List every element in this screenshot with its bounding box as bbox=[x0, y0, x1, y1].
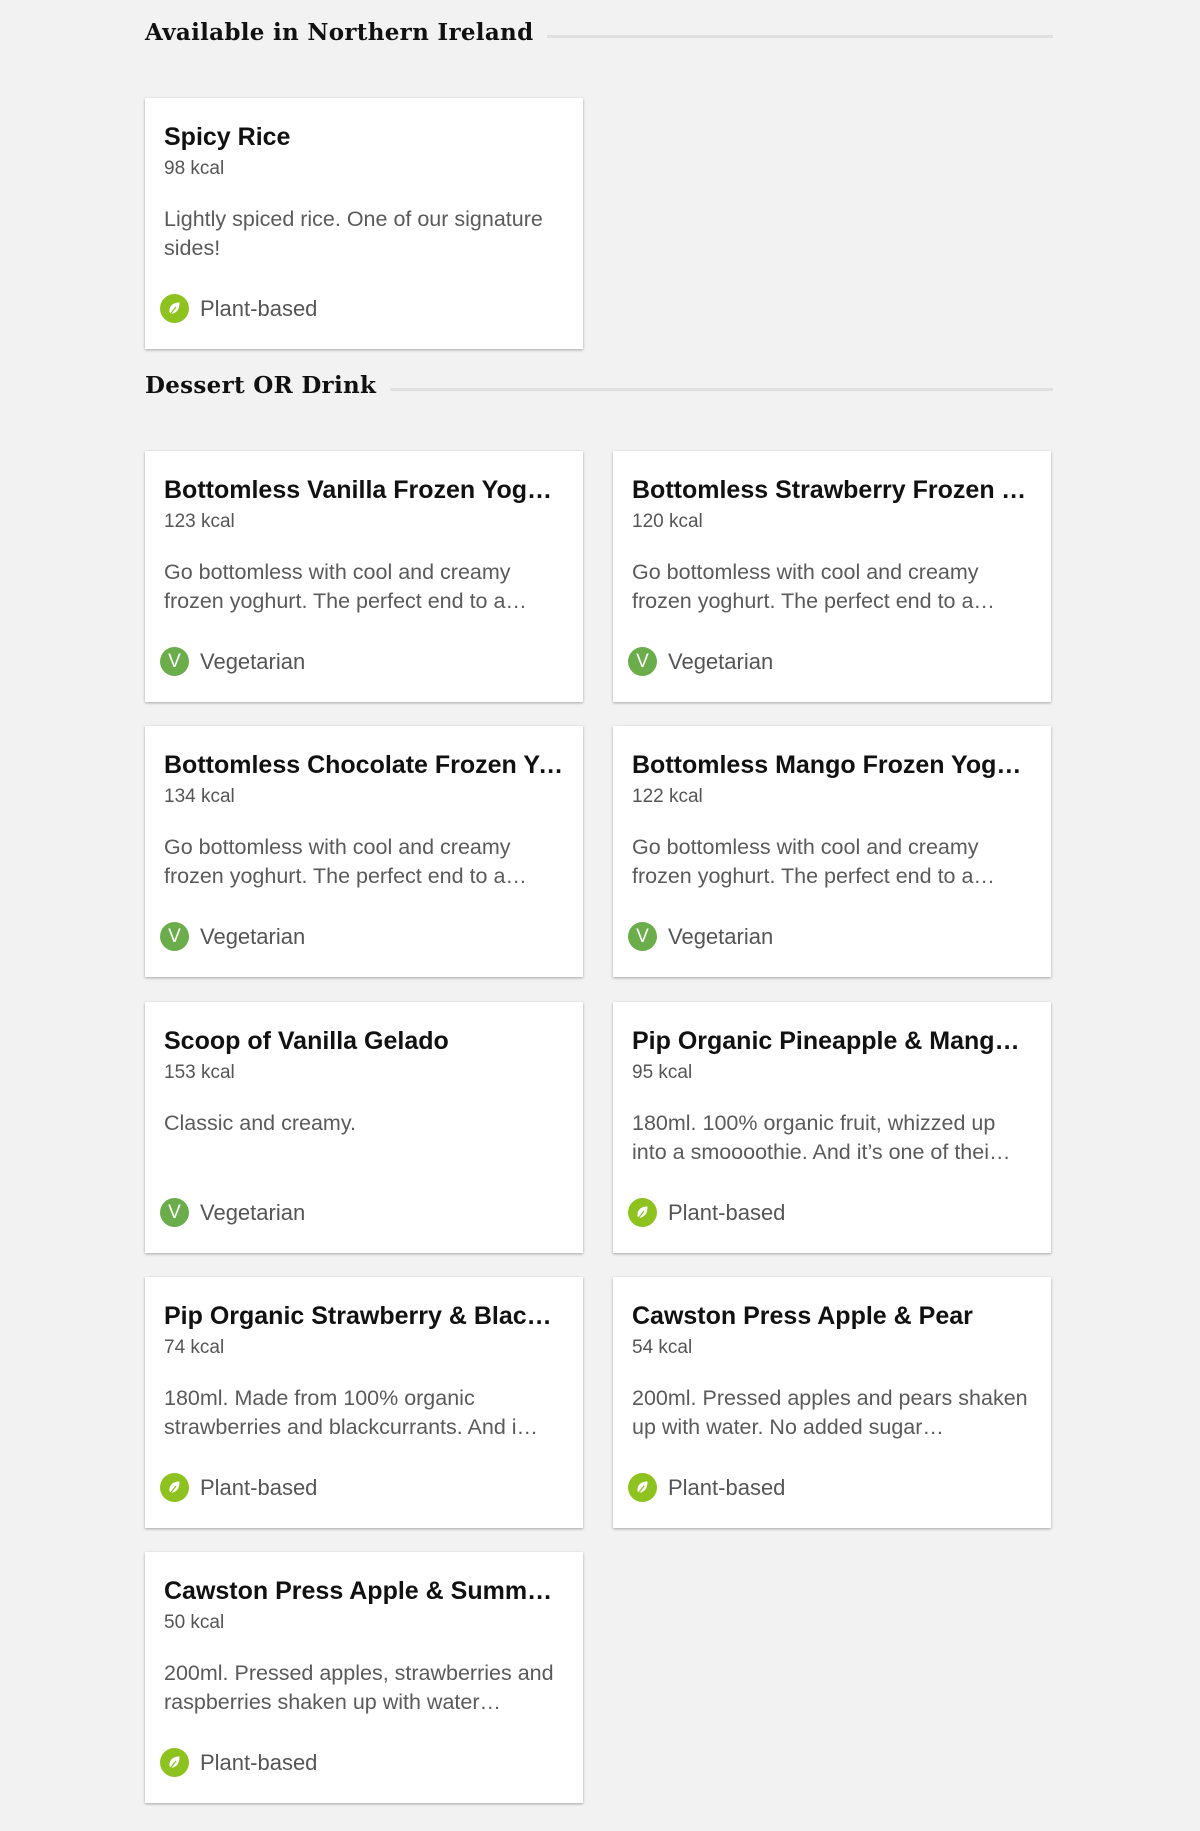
menu-item-name: Bottomless Vanilla Frozen Yoghurt bbox=[164, 476, 565, 504]
vegetarian-icon: V bbox=[160, 922, 189, 951]
menu-item-kcal: 122 kcal bbox=[632, 786, 703, 807]
dietary-tag: Plant-based bbox=[160, 1748, 317, 1777]
menu-item-name: Cawston Press Apple & Pear bbox=[632, 1302, 973, 1330]
dietary-tag: Plant-based bbox=[628, 1473, 785, 1502]
menu-item-kcal: 153 kcal bbox=[164, 1062, 235, 1083]
menu-item-name: Pip Organic Pineapple & Mango S… bbox=[632, 1027, 1033, 1055]
dietary-tag: V Vegetarian bbox=[160, 647, 305, 676]
vegetarian-icon: V bbox=[628, 647, 657, 676]
dietary-tag-label: Plant-based bbox=[200, 295, 318, 321]
dietary-tag-label: Vegetarian bbox=[200, 923, 306, 949]
section-divider bbox=[390, 387, 1053, 391]
dietary-tag: V Vegetarian bbox=[628, 922, 773, 951]
menu-item-card[interactable]: Bottomless Mango Frozen Yoghurt 122 kcal G… bbox=[613, 726, 1051, 977]
dietary-tag-label: Vegetarian bbox=[668, 923, 774, 949]
menu-item-description: 200ml. Pressed apples, strawberries and … bbox=[164, 1661, 554, 1714]
section-divider bbox=[547, 34, 1053, 38]
plant-icon bbox=[160, 294, 189, 323]
menu-item-name: Pip Organic Strawberry & Blackc… bbox=[164, 1302, 565, 1330]
menu-item-name: Bottomless Strawberry Frozen Y… bbox=[632, 476, 1033, 504]
dietary-tag: V Vegetarian bbox=[628, 647, 773, 676]
menu-item-kcal: 50 kcal bbox=[164, 1612, 225, 1633]
menu-item-name: Cawston Press Apple & Summer … bbox=[164, 1577, 565, 1605]
menu-item-card[interactable]: Cawston Press Apple & Summer … 50 kcal 200… bbox=[145, 1552, 583, 1803]
dietary-tag-label: Plant-based bbox=[668, 1199, 786, 1225]
section-heading: Dessert OR Drink bbox=[145, 367, 1053, 403]
menu-item-name: Spicy Rice bbox=[164, 123, 291, 151]
dietary-tag-label: Vegetarian bbox=[668, 648, 774, 674]
vegetarian-icon: V bbox=[160, 1198, 189, 1227]
plant-icon bbox=[628, 1198, 657, 1227]
menu-item-kcal: 98 kcal bbox=[164, 158, 225, 179]
dietary-tag-label: Vegetarian bbox=[200, 648, 306, 674]
vegetarian-icon: V bbox=[160, 647, 189, 676]
section-heading: Available in Northern Ireland bbox=[145, 14, 1053, 50]
menu-item-card[interactable]: Cawston Press Apple & Pear 54 kcal 200ml. … bbox=[613, 1277, 1051, 1528]
menu-item-card[interactable]: Bottomless Vanilla Frozen Yoghurt 123 kca… bbox=[145, 451, 583, 702]
section-dessert-or-drink: Dessert OR Drink Bottomless Vanilla Froz… bbox=[145, 367, 1053, 1803]
menu-item-description: Lightly spiced rice. One of our signatur… bbox=[164, 207, 543, 260]
menu-item-description: Classic and creamy. bbox=[164, 1111, 356, 1135]
menu-item-description: Go bottomless with cool and creamy froze… bbox=[632, 560, 995, 613]
menu-item-card[interactable]: Spicy Rice 98 kcal Lightly spiced rice. … bbox=[145, 98, 583, 349]
menu-item-description: 180ml. Made from 100% organic strawberri… bbox=[164, 1386, 539, 1439]
dietary-tag: Plant-based bbox=[160, 1473, 317, 1502]
menu-item-description: 200ml. Pressed apples and pears shaken u… bbox=[632, 1386, 1028, 1439]
menu-item-kcal: 95 kcal bbox=[632, 1062, 693, 1083]
dietary-tag-label: Plant-based bbox=[668, 1474, 786, 1500]
dietary-tag-label: Plant-based bbox=[200, 1749, 318, 1775]
section-title: Dessert OR Drink bbox=[145, 371, 377, 399]
menu-item-description: Go bottomless with cool and creamy froze… bbox=[164, 560, 527, 613]
menu-item-card[interactable]: Bottomless Chocolate Frozen Yo… 134 kcal G… bbox=[145, 726, 583, 977]
menu-item-kcal: 54 kcal bbox=[632, 1337, 693, 1358]
dietary-tag: Plant-based bbox=[628, 1198, 785, 1227]
menu-item-name: Scoop of Vanilla Gelado bbox=[164, 1027, 449, 1055]
menu-item-kcal: 120 kcal bbox=[632, 511, 703, 532]
dietary-tag-label: Plant-based bbox=[200, 1474, 318, 1500]
dietary-tag-label: Vegetarian bbox=[200, 1199, 306, 1225]
plant-icon bbox=[160, 1473, 189, 1502]
dietary-tag: V Vegetarian bbox=[160, 1198, 305, 1227]
menu-item-card[interactable]: Pip Organic Strawberry & Blackc… 74 kcal 1… bbox=[145, 1277, 583, 1528]
plant-icon bbox=[628, 1473, 657, 1502]
menu-item-description: Go bottomless with cool and creamy froze… bbox=[164, 835, 527, 888]
menu-item-kcal: 74 kcal bbox=[164, 1337, 225, 1358]
dietary-tag: V Vegetarian bbox=[160, 922, 305, 951]
section-northern-ireland: Available in Northern Ireland Spicy Rice… bbox=[145, 14, 1053, 349]
plant-icon bbox=[160, 1748, 189, 1777]
section-title: Available in Northern Ireland bbox=[145, 18, 534, 46]
menu-item-kcal: 123 kcal bbox=[164, 511, 235, 532]
menu-item-description: 180ml. 100% organic fruit, whizzed up in… bbox=[632, 1111, 1011, 1164]
vegetarian-icon: V bbox=[628, 922, 657, 951]
menu-item-card[interactable]: Pip Organic Pineapple & Mango S… 95 kcal 1… bbox=[613, 1002, 1051, 1253]
menu-item-description: Go bottomless with cool and creamy froze… bbox=[632, 835, 995, 888]
menu-item-name: Bottomless Mango Frozen Yoghurt bbox=[632, 751, 1033, 779]
menu-item-kcal: 134 kcal bbox=[164, 786, 235, 807]
menu-item-name: Bottomless Chocolate Frozen Yo… bbox=[164, 751, 565, 779]
menu-item-card[interactable]: Scoop of Vanilla Gelado 153 kcal Classic a… bbox=[145, 1002, 583, 1253]
menu-item-card[interactable]: Bottomless Strawberry Frozen Y… 120 kcal G… bbox=[613, 451, 1051, 702]
dietary-tag: Plant-based bbox=[160, 294, 317, 323]
